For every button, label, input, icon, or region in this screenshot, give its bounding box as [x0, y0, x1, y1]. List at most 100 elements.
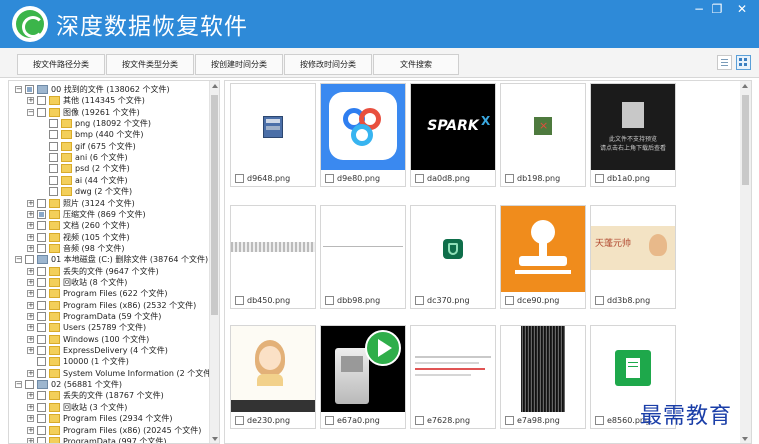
collapse-icon[interactable]: −: [15, 256, 22, 264]
file-checkbox[interactable]: [325, 416, 334, 425]
grid-view-icon[interactable]: [736, 55, 751, 70]
gray-stripe-thumbnail[interactable]: [231, 206, 315, 292]
tree-scrollbar[interactable]: [209, 81, 219, 443]
unsupported-preview-thumbnail[interactable]: 此文件不支持预览 请点击右上角下载后查看: [591, 84, 675, 170]
restore-button[interactable]: ❐: [708, 2, 726, 16]
expand-icon[interactable]: +: [27, 244, 34, 252]
tree-checkbox[interactable]: [25, 85, 34, 94]
tree-checkbox[interactable]: [37, 232, 46, 242]
tree-row[interactable]: + 压缩文件 (869 个文件): [9, 209, 209, 220]
expand-icon[interactable]: +: [27, 437, 34, 443]
expand-icon[interactable]: +: [27, 347, 34, 355]
tree-checkbox[interactable]: [49, 164, 58, 174]
orange-stamp-thumbnail[interactable]: [501, 206, 585, 292]
tree-checkbox[interactable]: [37, 357, 46, 367]
tree-row[interactable]: − 图像 (19261 个文件): [9, 107, 209, 118]
tree-checkbox[interactable]: [49, 119, 58, 129]
expand-icon[interactable]: +: [27, 199, 34, 207]
file-checkbox[interactable]: [235, 296, 244, 305]
expand-icon[interactable]: +: [27, 335, 34, 343]
file-card[interactable]: 天蓬元帅 dd3b8.png: [590, 205, 676, 309]
file-card[interactable]: dce90.png: [500, 205, 586, 309]
tree-checkbox[interactable]: [37, 391, 46, 401]
tree-row[interactable]: + Program Files (x86) (20245 个文件): [9, 425, 209, 436]
tree-row[interactable]: − 01 本地磁盘 (C:) 删除文件 (38764 个文件): [9, 254, 209, 265]
small-green-icon-thumbnail[interactable]: ×: [501, 84, 585, 170]
tree-checkbox[interactable]: [37, 334, 46, 344]
expand-icon[interactable]: +: [27, 97, 34, 105]
expand-icon[interactable]: +: [27, 392, 34, 400]
tree-checkbox[interactable]: [37, 300, 46, 310]
file-card[interactable]: dbb98.png: [320, 205, 406, 309]
file-checkbox[interactable]: [235, 416, 244, 425]
file-card[interactable]: dc370.png: [410, 205, 496, 309]
winrar-icon-thumbnail[interactable]: [231, 84, 315, 170]
file-card[interactable]: × db198.png: [500, 83, 586, 187]
tree-row[interactable]: + Windows (100 个文件): [9, 334, 209, 345]
tree-checkbox[interactable]: [37, 107, 46, 117]
tree-checkbox[interactable]: [37, 277, 46, 287]
file-checkbox[interactable]: [595, 296, 604, 305]
tree-checkbox[interactable]: [37, 402, 46, 412]
file-card[interactable]: e7628.png: [410, 325, 496, 429]
tree-row[interactable]: − 02 (56881 个文件): [9, 379, 209, 390]
file-checkbox[interactable]: [505, 416, 514, 425]
tree-checkbox[interactable]: [37, 96, 46, 106]
expand-icon[interactable]: +: [27, 278, 34, 286]
minimize-button[interactable]: −: [690, 2, 708, 16]
file-checkbox[interactable]: [415, 174, 424, 183]
tree-row[interactable]: + 其他 (114345 个文件): [9, 95, 209, 106]
expand-icon[interactable]: +: [27, 210, 34, 218]
collapse-icon[interactable]: −: [27, 108, 34, 116]
tree-checkbox[interactable]: [37, 436, 46, 443]
grid-scroll-thumb[interactable]: [742, 95, 749, 185]
file-card[interactable]: 此文件不支持预览 请点击右上角下载后查看 db1a0.png: [590, 83, 676, 187]
file-card[interactable]: e67a0.png: [320, 325, 406, 429]
tab-by-type[interactable]: 按文件类型分类: [106, 54, 194, 75]
file-card[interactable]: db450.png: [230, 205, 316, 309]
expand-icon[interactable]: +: [27, 233, 34, 241]
tree-row[interactable]: + Program Files (x86) (2532 个文件): [9, 300, 209, 311]
file-checkbox[interactable]: [505, 296, 514, 305]
tree-row[interactable]: + ProgramData (997 个文件): [9, 436, 209, 443]
expand-icon[interactable]: +: [27, 222, 34, 230]
file-card[interactable]: de230.png: [230, 325, 316, 429]
tree-checkbox[interactable]: [49, 153, 58, 163]
expand-icon[interactable]: +: [27, 415, 34, 423]
tree-checkbox[interactable]: [49, 175, 58, 185]
tree-checkbox[interactable]: [37, 425, 46, 435]
tree-checkbox[interactable]: [37, 323, 46, 333]
tree-checkbox[interactable]: [37, 346, 46, 356]
computer-play-thumbnail[interactable]: [321, 326, 405, 412]
file-checkbox[interactable]: [415, 296, 424, 305]
list-view-icon[interactable]: [717, 55, 732, 70]
folder-tree[interactable]: − 00 找到的文件 (138062 个文件) + 其他 (114345 个文件) − 图…: [8, 80, 220, 444]
tree-checkbox[interactable]: [37, 198, 46, 208]
tree-row[interactable]: bmp (440 个文件): [9, 129, 209, 140]
tree-row[interactable]: gif (675 个文件): [9, 141, 209, 152]
expand-icon[interactable]: +: [27, 324, 34, 332]
expand-icon[interactable]: +: [27, 426, 34, 434]
file-checkbox[interactable]: [595, 416, 604, 425]
tree-checkbox[interactable]: [37, 368, 46, 378]
green-shield-icon-thumbnail[interactable]: [411, 206, 495, 292]
tree-row[interactable]: − 00 找到的文件 (138062 个文件): [9, 84, 209, 95]
tree-row[interactable]: dwg (2 个文件): [9, 186, 209, 197]
expand-icon[interactable]: +: [27, 313, 34, 320]
tree-row[interactable]: ai (44 个文件): [9, 175, 209, 186]
close-button[interactable]: ✕: [733, 2, 751, 16]
tree-row[interactable]: psd (2 个文件): [9, 163, 209, 174]
tree-row[interactable]: + 回收站 (8 个文件): [9, 277, 209, 288]
tree-checkbox[interactable]: [25, 255, 34, 265]
file-card[interactable]: e7a98.png: [500, 325, 586, 429]
tree-row[interactable]: + Program Files (2934 个文件): [9, 413, 209, 424]
tree-row[interactable]: + System Volume Information (2 个文件): [9, 368, 214, 379]
tree-row[interactable]: + 丢失的文件 (18767 个文件): [9, 390, 209, 401]
tree-checkbox[interactable]: [49, 141, 58, 151]
tab-by-path[interactable]: 按文件路径分类: [17, 54, 105, 75]
file-checkbox[interactable]: [325, 174, 334, 183]
spark-logo-thumbnail[interactable]: SPARK X: [411, 84, 495, 170]
tree-checkbox[interactable]: [37, 209, 46, 219]
baidu-cloud-logo-thumbnail[interactable]: [321, 84, 405, 170]
tree-row[interactable]: + ProgramData (59 个文件): [9, 311, 209, 322]
